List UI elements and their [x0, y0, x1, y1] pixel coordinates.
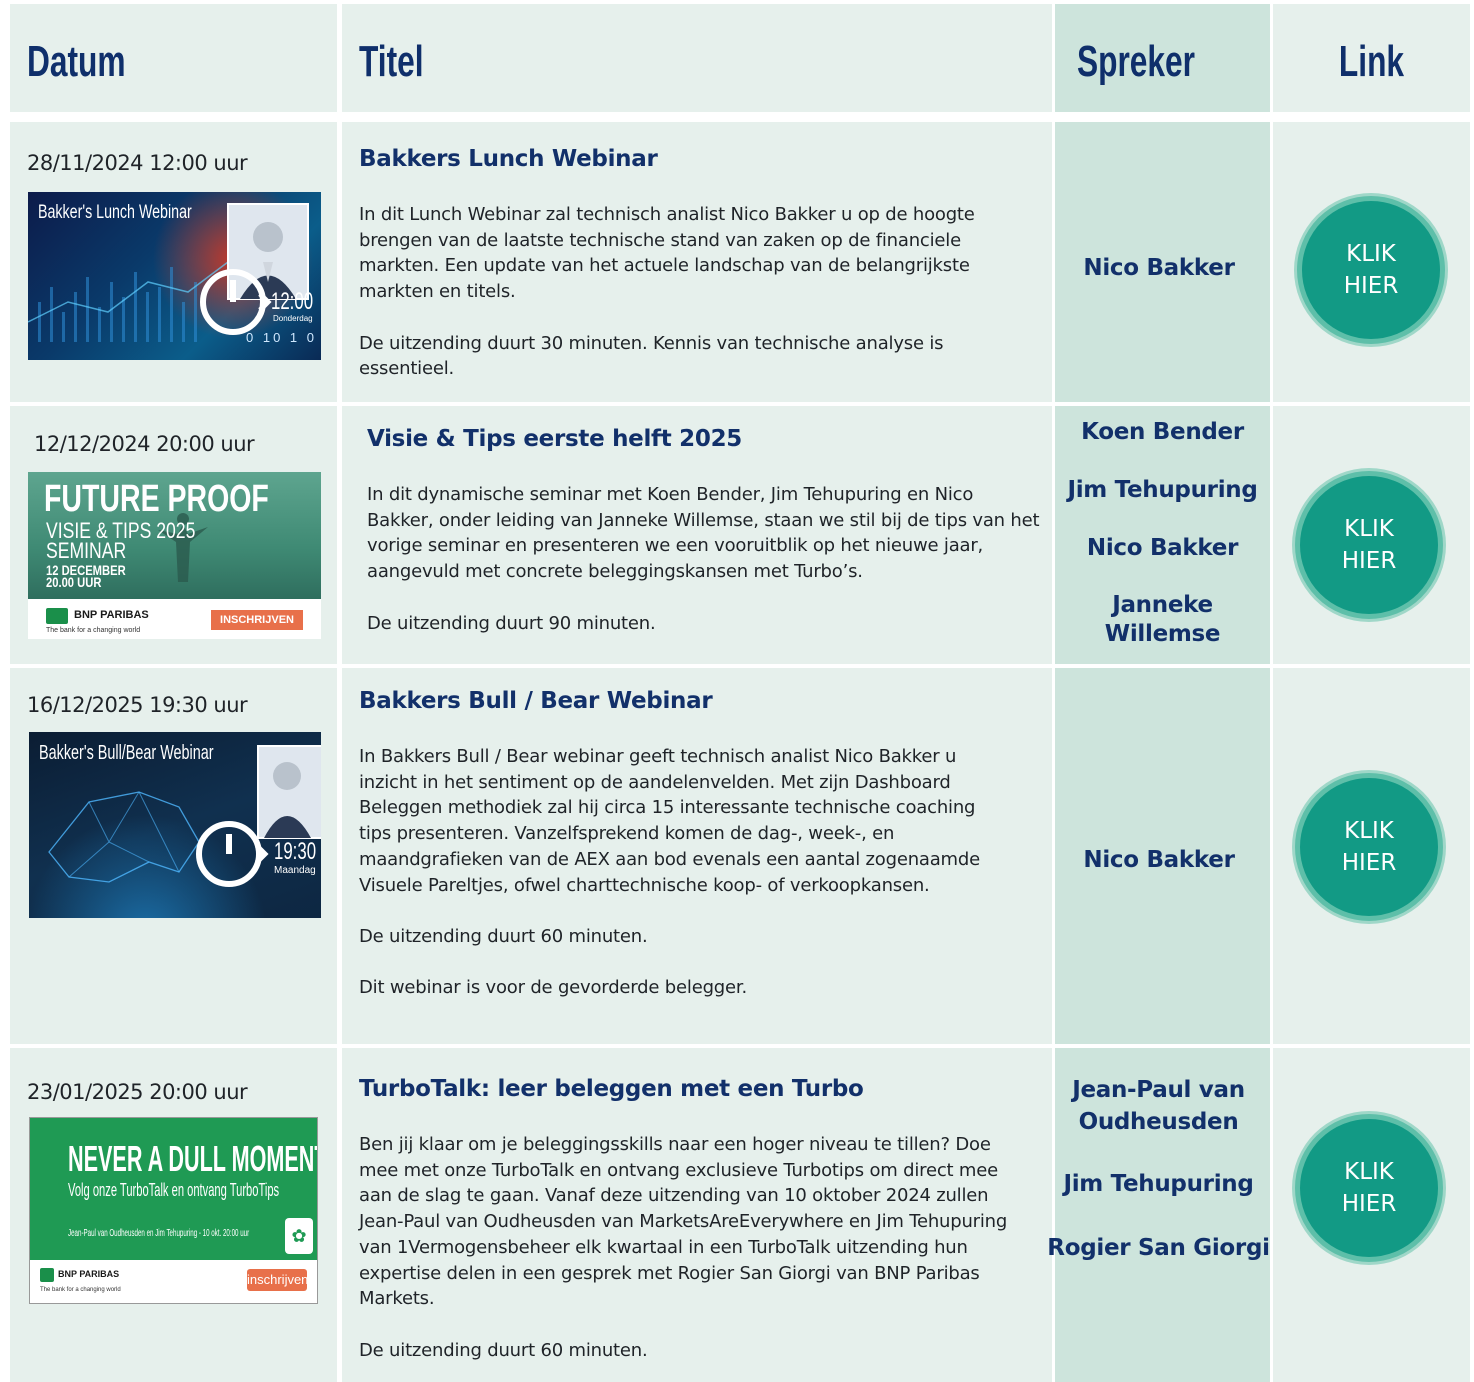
- event-description: In dit dynamische seminar met Koen Bende…: [367, 482, 1047, 636]
- speaker-name: Rogier San Giorgi: [1047, 1235, 1270, 1261]
- row-3-speaker-cell: Nico Bakker: [1055, 668, 1270, 1044]
- klik-hier-button[interactable]: KLIK HIER: [1295, 773, 1443, 921]
- event-title: Visie & Tips eerste helft 2025: [367, 426, 742, 452]
- row-1-link-cell: KLIK HIER: [1273, 122, 1470, 402]
- thumb-line3: Jean-Paul van Oudheusden en Jim Tehupuri…: [68, 1228, 250, 1239]
- bnp-logo-icon: [40, 1268, 54, 1282]
- description-paragraph: Ben jij klaar om je beleggingsskills naa…: [359, 1134, 1008, 1310]
- event-thumbnail[interactable]: NEVER A DULL MOMENT Volg onze TurboTalk …: [29, 1117, 318, 1304]
- event-title: Bakkers Bull / Bear Webinar: [359, 688, 713, 714]
- thumb-line1: NEVER A DULL MOMENT: [68, 1138, 318, 1179]
- thumb-time: 19:30: [274, 838, 317, 865]
- description-paragraph: De uitzending duurt 60 minuten.: [359, 1339, 648, 1361]
- event-thumbnail[interactable]: FUTURE PROOF VISIE & TIPS 2025 SEMINAR 1…: [28, 472, 321, 639]
- event-description: In Bakkers Bull / Bear webinar geeft tec…: [359, 744, 1039, 1001]
- thumb-line1: FUTURE PROOF: [44, 478, 269, 520]
- thumb-brand: BNP PARIBAS: [58, 1269, 120, 1279]
- row-2-speaker-cell: Koen Bender Jim Tehupuring Nico Bakker J…: [1055, 406, 1270, 664]
- speaker-name: Koen Bender: [1081, 419, 1244, 445]
- thumb-title: Bakker's Lunch Webinar: [38, 202, 192, 223]
- button-label-line1: KLIK: [1346, 241, 1396, 267]
- klik-hier-button[interactable]: KLIK HIER: [1295, 1114, 1443, 1262]
- row-4-speaker-cell: Jean-Paul van Oudheusden Jim Tehupuring …: [1047, 1048, 1270, 1382]
- description-paragraph: De uitzending duurt 30 minuten. Kennis v…: [359, 332, 944, 380]
- description-paragraph: Dit webinar is voor de gevorderde belegg…: [359, 977, 747, 999]
- klik-hier-button[interactable]: KLIK HIER: [1297, 196, 1445, 344]
- speaker-name: Jim Tehupuring: [1067, 477, 1258, 503]
- thumb-line3: SEMINAR: [46, 538, 127, 563]
- event-title: TurboTalk: leer beleggen met een Turbo: [359, 1076, 864, 1102]
- row-2-date-cell: 12/12/2024 20:00 uur FUTURE PROOF VISIE …: [10, 406, 337, 664]
- speaker-name: Nico Bakker: [1083, 255, 1235, 281]
- button-label-line2: HIER: [1341, 548, 1397, 574]
- row-3-link-cell: KLIK HIER: [1273, 668, 1470, 1044]
- button-label-line1: KLIK: [1344, 1159, 1394, 1185]
- row-1-title-cell: Bakkers Lunch Webinar In dit Lunch Webin…: [342, 122, 1052, 402]
- header-cell-speaker: Spreker: [1055, 4, 1270, 112]
- button-label-line1: KLIK: [1344, 516, 1394, 542]
- speaker-name: Jim Tehupuring: [1063, 1171, 1254, 1197]
- row-1-speaker-cell: Nico Bakker: [1055, 122, 1270, 402]
- thumb-line5: 20.00 UUR: [46, 574, 102, 590]
- event-thumbnail[interactable]: Bakker's Lunch Webinar 12:00 Donderdag 0…: [28, 192, 321, 360]
- thumb-tagline: The bank for a changing world: [46, 627, 141, 634]
- event-description: In dit Lunch Webinar zal technisch anali…: [359, 202, 1039, 382]
- turbo-logo-icon: ✿: [285, 1218, 313, 1254]
- event-thumbnail[interactable]: Bakker's Bull/Bear Webinar 19:30 Maandag: [29, 732, 321, 918]
- header-cell-title: Titel: [342, 4, 1052, 112]
- button-label-line1: KLIK: [1344, 818, 1394, 844]
- row-2-link-cell: KLIK HIER: [1273, 406, 1470, 664]
- row-2-title-cell: Visie & Tips eerste helft 2025 In dit dy…: [342, 406, 1052, 664]
- klik-hier-button[interactable]: KLIK HIER: [1295, 471, 1443, 619]
- header-title: Titel: [359, 37, 424, 86]
- event-date: 28/11/2024 12:00 uur: [27, 151, 248, 175]
- thumb-line2: Volg onze TurboTalk en ontvang TurboTips: [68, 1180, 280, 1200]
- speaker-name: Jean-Paul van Oudheusden: [1072, 1077, 1245, 1135]
- event-description: Ben jij klaar om je beleggingsskills naa…: [359, 1132, 1039, 1363]
- bnp-logo-icon: [46, 608, 68, 624]
- description-paragraph: In dit dynamische seminar met Koen Bende…: [367, 484, 1040, 583]
- description-paragraph: In dit Lunch Webinar zal technisch anali…: [359, 204, 975, 303]
- header-date: Datum: [27, 37, 126, 86]
- thumb-day: Maandag: [274, 865, 316, 876]
- thumb-title: Bakker's Bull/Bear Webinar: [39, 742, 214, 764]
- thumb-digits: 0 10 1 0: [246, 330, 317, 345]
- thumb-tagline: The bank for a changing world: [40, 1287, 121, 1293]
- event-date: 12/12/2024 20:00 uur: [34, 432, 255, 456]
- row-3-date-cell: 16/12/2025 19:30 uur Bakker's Bull/Bear …: [10, 668, 337, 1044]
- thumb-time: 12:00: [271, 288, 314, 315]
- button-label-line2: HIER: [1341, 850, 1397, 876]
- event-title: Bakkers Lunch Webinar: [359, 146, 658, 172]
- thumb-cta-button[interactable]: inschrijven: [247, 1269, 308, 1291]
- row-4-title-cell: TurboTalk: leer beleggen met een Turbo B…: [342, 1048, 1052, 1382]
- row-4-link-cell: KLIK HIER: [1273, 1048, 1470, 1382]
- description-paragraph: De uitzending duurt 90 minuten.: [367, 612, 656, 634]
- event-date: 23/01/2025 20:00 uur: [27, 1080, 248, 1104]
- speaker-name: Nico Bakker: [1086, 535, 1239, 561]
- header-link: Link: [1338, 37, 1405, 86]
- button-label-line2: HIER: [1341, 1191, 1397, 1217]
- header-cell-link: Link: [1273, 4, 1470, 112]
- description-paragraph: In Bakkers Bull / Bear webinar geeft tec…: [359, 746, 980, 896]
- row-4-date-cell: 23/01/2025 20:00 uur NEVER A DULL MOMENT…: [10, 1048, 337, 1382]
- thumb-cta-button[interactable]: INSCHRIJVEN: [211, 610, 303, 630]
- button-label-line2: HIER: [1343, 273, 1399, 299]
- row-1-date-cell: 28/11/2024 12:00 uur Bakker's Lunch Webi…: [10, 122, 337, 402]
- row-3-title-cell: Bakkers Bull / Bear Webinar In Bakkers B…: [342, 668, 1052, 1044]
- header-speaker: Spreker: [1077, 37, 1196, 86]
- event-date: 16/12/2025 19:30 uur: [27, 693, 248, 717]
- speaker-name: Janneke Willemse: [1104, 592, 1221, 647]
- description-paragraph: De uitzending duurt 60 minuten.: [359, 925, 648, 947]
- thumb-day: Donderdag: [273, 314, 313, 323]
- speaker-name: Nico Bakker: [1083, 847, 1235, 873]
- header-cell-date: Datum: [10, 4, 337, 112]
- thumb-brand: BNP PARIBAS: [74, 609, 149, 621]
